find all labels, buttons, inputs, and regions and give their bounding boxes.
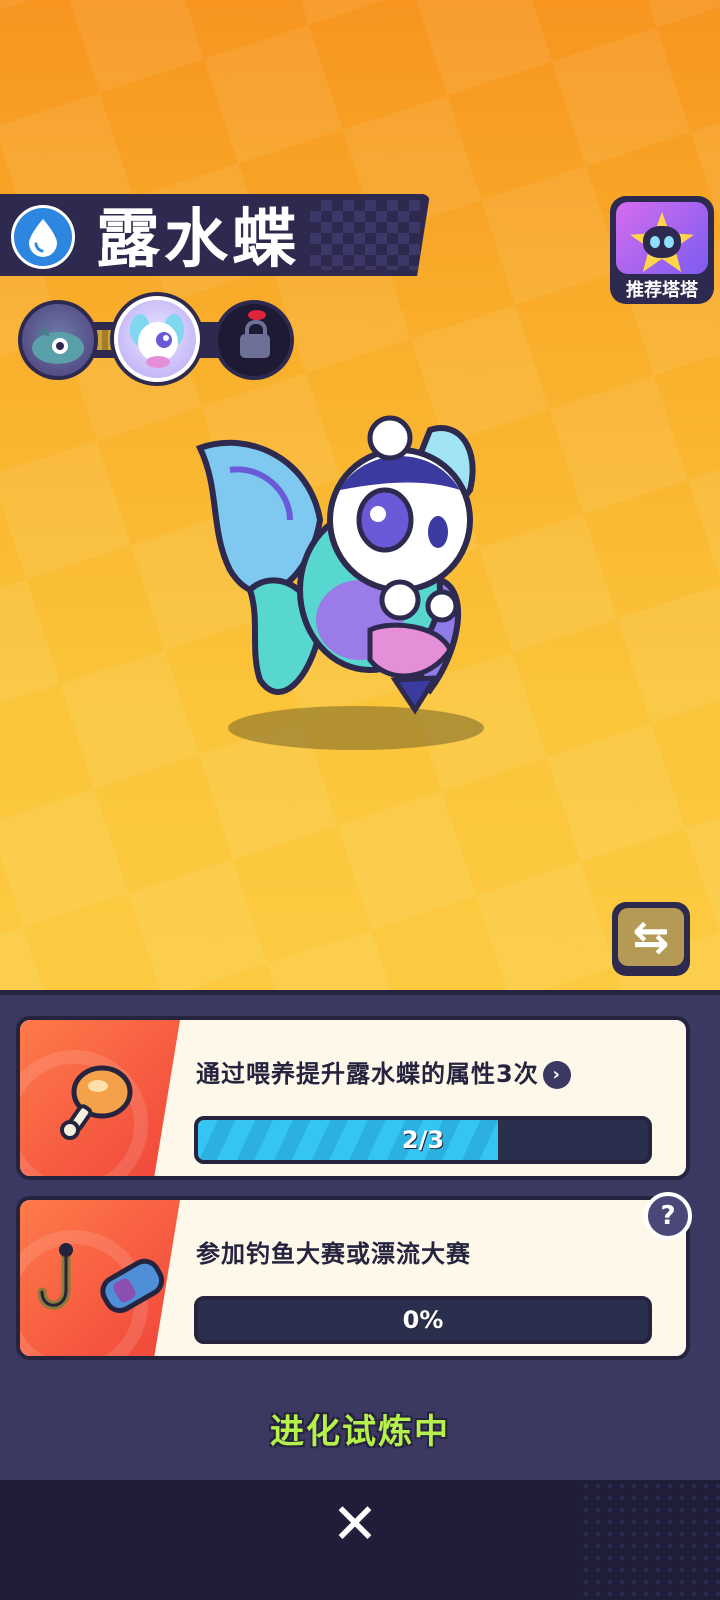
recommend-button-face [616, 202, 708, 274]
task-description: 参加钓鱼大赛或漂流大赛 [196, 1240, 471, 1268]
help-question-icon[interactable]: ? [644, 1192, 692, 1240]
task-description-text: 通过喂养提升露水蝶的属性3次 [196, 1060, 539, 1088]
task-card-event[interactable]: 参加钓鱼大赛或漂流大赛 0% [16, 1196, 690, 1360]
raft-icon [100, 1258, 165, 1313]
meat-drumstick-icon [60, 1065, 133, 1140]
stage-1-creature-icon [32, 326, 84, 364]
swap-button[interactable]: ⇆ [612, 902, 690, 976]
cat-mascot-icon [643, 226, 681, 258]
chevron-right-icon[interactable]: › [542, 1061, 571, 1089]
lock-icon [240, 320, 270, 358]
progress-label: 0% [402, 1306, 444, 1334]
banner-pattern [310, 200, 420, 270]
evolution-stage-3-locked[interactable] [214, 300, 294, 380]
evolution-status: 进化试炼中 [270, 1412, 450, 1452]
task-art-panel [20, 1200, 180, 1356]
progress-bar: 0% [194, 1296, 652, 1344]
task-description: 通过喂养提升露水蝶的属性3次 › [196, 1054, 571, 1089]
bow-icon [248, 310, 266, 320]
water-element-badge [6, 200, 80, 274]
evolution-stage-2[interactable] [114, 296, 200, 382]
recommend-button-label: 推荐塔塔 [626, 280, 698, 301]
task-card-feed[interactable]: 通过喂养提升露水蝶的属性3次 › 2/3 [16, 1016, 690, 1180]
fishing-hook-icon [37, 1243, 165, 1313]
recommend-button[interactable]: 推荐塔塔 [610, 196, 714, 304]
progress-bar: 2/3 [194, 1116, 652, 1164]
water-drop-icon [29, 219, 57, 257]
task-art-panel [20, 1020, 180, 1176]
swap-arrows-icon: ⇆ [618, 908, 684, 966]
close-icon[interactable]: ✕ [330, 1497, 380, 1553]
progress-label: 2/3 [401, 1126, 445, 1154]
pet-name: 露水蝶 [96, 203, 300, 277]
dew-butterfly-creature[interactable] [190, 410, 490, 750]
evolution-stage-1[interactable] [18, 300, 98, 380]
stage-2-creature-icon [130, 314, 184, 368]
